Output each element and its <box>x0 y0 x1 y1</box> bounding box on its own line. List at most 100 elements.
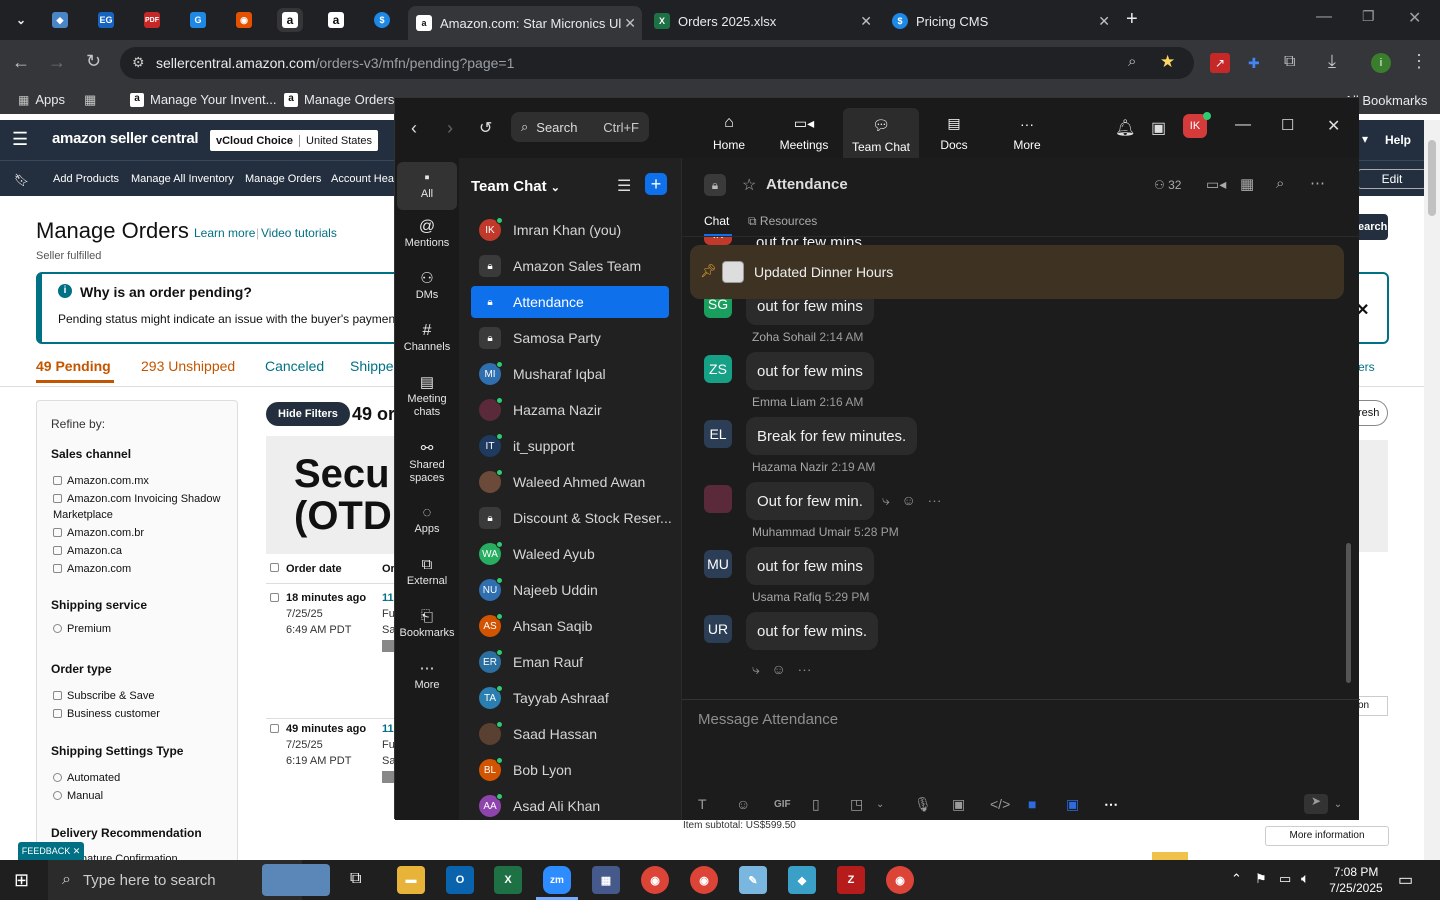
pinned-tab-4[interactable]: ◉ <box>231 8 257 32</box>
extension-2-icon[interactable]: ✚ <box>1248 55 1260 72</box>
video-message-icon[interactable]: ▣ <box>952 796 990 813</box>
filezilla-icon[interactable]: Z <box>837 866 865 894</box>
address-bar[interactable]: ⚙ sellercentral.amazon.com/orders-v3/mfn… <box>120 47 1194 79</box>
nav-docs[interactable]: ▤ Docs <box>916 108 992 156</box>
rail-all[interactable]: ▪ All <box>397 162 457 210</box>
channel-item[interactable]: 🔒︎ Attendance <box>471 286 669 318</box>
rail-more[interactable]: ⋯ More <box>397 661 457 692</box>
code-icon[interactable]: </> <box>990 796 1028 812</box>
new-chat-button[interactable]: + <box>645 173 667 195</box>
extension-icon[interactable]: ↗ <box>1210 53 1230 73</box>
channel-item[interactable]: NU Najeeb Uddin <box>471 574 669 606</box>
channel-option[interactable]: Amazon.com.mx <box>53 473 223 489</box>
chevron-down-icon[interactable]: ⌄ <box>876 799 914 810</box>
hide-filters-button[interactable]: Hide Filters <box>266 402 350 426</box>
amazon-logo[interactable]: amazon seller central <box>52 130 199 147</box>
menu-icon[interactable]: ⋮ <box>1410 51 1428 72</box>
more-icon[interactable]: ⋯ <box>797 661 811 677</box>
tab-orders-xlsx[interactable]: X Orders 2025.xlsx ✕ <box>646 6 878 36</box>
network-icon[interactable]: ▭ <box>1279 871 1291 887</box>
calendar-gift-icon[interactable]: ▣ <box>1151 118 1166 138</box>
rail-external[interactable]: ⧉ External <box>397 557 457 588</box>
filter-icon[interactable]: ☰ <box>617 176 631 196</box>
nav-more[interactable]: ··· More <box>989 108 1065 156</box>
more-information-button[interactable]: More information <box>1265 826 1389 846</box>
avatar[interactable]: MU <box>704 550 732 578</box>
tab-canceled[interactable]: Canceled <box>265 358 324 374</box>
message-bubble[interactable]: Break for few minutes. <box>746 417 918 455</box>
chrome-icon[interactable]: ◉ <box>641 866 669 894</box>
video-call-icon[interactable]: ▭◂ <box>1206 176 1226 193</box>
message-bubble[interactable]: out for few mins <box>746 547 874 585</box>
calendar-icon[interactable]: ▦ <box>1240 175 1254 193</box>
file-icon[interactable]: ▯ <box>812 796 850 813</box>
app-2-icon[interactable]: ▣ <box>1066 796 1104 813</box>
notepad-icon[interactable]: ✎ <box>739 866 767 894</box>
row-checkbox[interactable] <box>270 724 279 733</box>
maximize-icon[interactable]: ☐ <box>1281 116 1294 134</box>
channel-option[interactable]: Amazon.com.br <box>53 525 223 541</box>
message-hover-actions[interactable]: ⤷ ☺ ⋯ <box>882 492 941 509</box>
pinned-tab-amazon[interactable]: a <box>277 8 303 32</box>
table-row[interactable]: 49 minutes ago 7/25/25 6:19 AM PDT 11 Fu… <box>266 721 396 821</box>
nav-add-products[interactable]: Add Products <box>53 173 119 185</box>
emoji-icon[interactable]: ☺ <box>736 796 774 812</box>
nav-manage-inventory[interactable]: Manage All Inventory <box>131 173 234 185</box>
channel-item[interactable]: WA Waleed Ayub <box>471 538 669 570</box>
close-icon[interactable]: ✕ <box>624 15 636 32</box>
dropdown-caret[interactable]: ▾ <box>1362 132 1368 146</box>
emoji-icon[interactable]: ☺ <box>772 661 786 677</box>
chrome-2-icon[interactable]: ◉ <box>690 866 718 894</box>
screenshot-icon[interactable]: ◳ <box>850 796 876 813</box>
zoom-search-input[interactable]: ⌕ Search Ctrl+F <box>511 112 649 142</box>
task-view-icon[interactable]: ⧉ <box>350 870 361 888</box>
message-author[interactable]: Usama Rafiq <box>752 590 821 604</box>
channel-item[interactable]: TA Tayyab Ashraaf <box>471 682 669 714</box>
tab-resources[interactable]: ⧉ Resources <box>748 214 817 229</box>
channel-item[interactable]: 🔒︎ Discount & Stock Reser... <box>471 502 672 534</box>
gif-icon[interactable]: GIF <box>774 799 812 810</box>
app-icon[interactable]: ■ <box>1028 796 1066 812</box>
channel-option[interactable]: Amazon.ca <box>53 543 223 559</box>
more-options-icon[interactable]: ⋯ <box>1310 174 1325 192</box>
more-icon[interactable]: ⋯ <box>1104 796 1142 813</box>
message-author[interactable]: Zoha Sohail <box>752 330 816 344</box>
pinned-tab-amazon-2[interactable]: a <box>323 8 349 32</box>
emoji-icon[interactable]: ☺ <box>902 492 916 508</box>
microphone-icon[interactable]: 🎙︎ <box>914 796 952 813</box>
grid-icon[interactable]: ▦ <box>84 92 96 108</box>
message-author[interactable]: Muhammad Umair <box>752 525 851 539</box>
channel-item[interactable]: Hazama Nazir <box>471 394 669 426</box>
pinned-message-banner[interactable]: 📌︎ Updated Dinner Hours <box>690 245 1344 299</box>
excel-icon[interactable]: X <box>494 866 522 894</box>
channel-item[interactable]: IK Imran Khan (you) <box>471 214 669 246</box>
channel-item[interactable]: Waleed Ahmed Awan <box>471 466 669 498</box>
tab-right-cutoff[interactable]: ers <box>1358 360 1375 374</box>
channel-item[interactable]: Saad Hassan <box>471 718 669 750</box>
tab-shipped[interactable]: Shippe <box>350 358 394 374</box>
help-link[interactable]: Help <box>1385 133 1411 147</box>
tray-app-icon[interactable]: ⚑ <box>1255 871 1267 887</box>
search-button[interactable]: earch <box>1358 214 1388 240</box>
message-author[interactable]: Emma Liam <box>752 395 816 409</box>
send-icon[interactable]: ➤ <box>1304 794 1328 814</box>
zoom-app-icon[interactable]: zm <box>543 866 571 894</box>
rail-mentions[interactable]: @ Mentions <box>397 219 457 250</box>
message-bubble[interactable]: out for few mins <box>746 352 874 390</box>
apps-bookmark[interactable]: ▦ Apps <box>18 92 65 107</box>
history-icon[interactable]: ↺ <box>479 118 492 138</box>
star-icon[interactable]: ☆ <box>742 175 756 195</box>
promo-banner[interactable]: Secu (OTD <box>266 436 396 554</box>
nav-home[interactable]: ⌂ Home <box>691 108 767 156</box>
tab-unshipped[interactable]: 293 Unshipped <box>141 358 235 374</box>
rail-dms[interactable]: ⚇ DMs <box>397 271 457 302</box>
avatar[interactable] <box>704 485 732 513</box>
message-actions[interactable]: ⤷ ☺ ⋯ <box>752 661 811 678</box>
channel-option[interactable]: Amazon.com <box>53 561 223 577</box>
channel-item[interactable]: 🔒︎ Samosa Party <box>471 322 669 354</box>
reply-icon[interactable]: ⤷ <box>882 492 890 508</box>
pinned-tab-pricing[interactable]: $ <box>369 8 395 32</box>
pinned-tab-1[interactable]: ◆ <box>47 8 73 32</box>
chat-scrollbar-thumb[interactable] <box>1346 543 1351 683</box>
tab-chat[interactable]: Chat <box>704 214 729 228</box>
